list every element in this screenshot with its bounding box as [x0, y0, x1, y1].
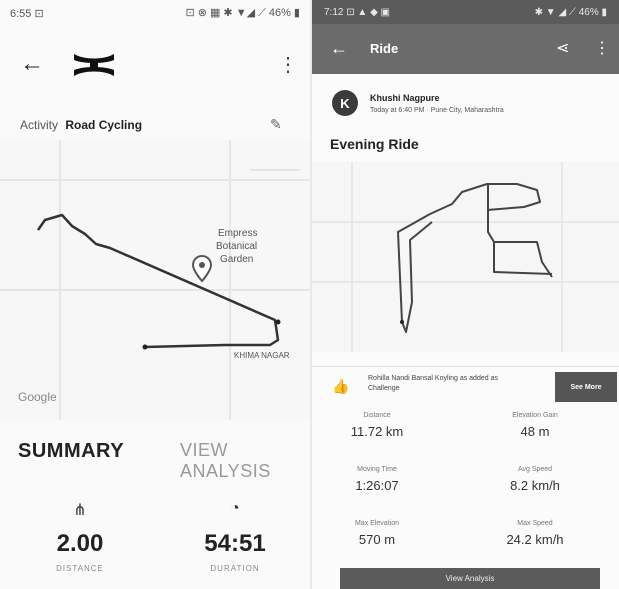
route-start-marker	[142, 344, 148, 350]
share-icon[interactable]: ⋖	[556, 38, 569, 58]
activity-label: Activity	[20, 118, 59, 132]
status-time: 6:55	[10, 7, 32, 20]
status-bar: 7:12 ⊡ ▲ ◆ ▣ ✱ ▼ ◢ ⟋ 46% ▮	[312, 0, 619, 24]
tab-view-analysis[interactable]: VIEW ANALYSIS	[180, 440, 310, 482]
google-logo: Google	[18, 390, 57, 404]
page-title: Ride	[370, 41, 399, 56]
route-start-marker	[400, 320, 404, 324]
stat-label: Max Speed	[517, 520, 553, 527]
thumbs-up-icon[interactable]: 👍	[332, 378, 349, 395]
place-label-line: Botanical	[216, 241, 257, 252]
tab-summary[interactable]: SUMMARY	[18, 440, 124, 463]
more-options-icon[interactable]: ⋮	[278, 52, 298, 77]
place-label-line: Garden	[220, 254, 253, 265]
route-icon: ⋔	[73, 502, 87, 519]
stat-value: 48 m	[520, 424, 550, 439]
activity-row: Activity Road Cycling	[20, 118, 142, 132]
status-notification-icon: ⊡	[34, 7, 44, 20]
app-bar: ← Ride ⋖ ⋮	[312, 24, 619, 74]
edit-icon[interactable]: ✎	[270, 116, 282, 133]
divider	[312, 366, 619, 367]
stat-elevation-gain: Elevation Gain 48 m	[470, 412, 600, 439]
stat-max-elevation: Max Elevation 570 m	[312, 520, 442, 547]
route-map[interactable]: Empress Botanical Garden KHIMA NAGAR	[0, 140, 310, 420]
stat-value: 570 m	[358, 532, 396, 547]
status-system-icons: ✱ ▼ ◢ ⟋ 46% ▮	[534, 6, 607, 18]
stat-value: 1:26:07	[355, 478, 399, 493]
stat-avg-speed: Avg Speed 8.2 km/h	[470, 466, 600, 493]
status-bar: 6:55 ⊡ ⊡ ⊗ ▦ ✱ ▼◢ ⟋ 46% ▮	[0, 0, 310, 26]
stat-value: 11.72 km	[350, 424, 404, 439]
athlete-name[interactable]: Khushi Nagpure	[370, 93, 440, 103]
challenge-text: Rohilla Nandi Bansal Koyling as added as…	[368, 375, 498, 392]
stat-value: 54:51	[204, 530, 266, 557]
status-system-icons: ⊡ ⊗ ▦ ✱ ▼◢ ⟋ 46% ▮	[185, 7, 300, 19]
place-label-line: Empress	[218, 228, 257, 239]
stat-value: 24.2 km/h	[506, 532, 564, 547]
route-map[interactable]	[312, 162, 619, 352]
stat-label: Max Elevation	[355, 520, 399, 527]
stat-label: Elevation Gain	[512, 412, 558, 419]
app-bar: ← ⋮	[0, 40, 310, 90]
strava-screen: 7:12 ⊡ ▲ ◆ ▣ ✱ ▼ ◢ ⟋ 46% ▮ ← Ride ⋖ ⋮ K …	[312, 0, 619, 589]
route-end-marker	[275, 319, 281, 325]
stat-label: Moving Time	[357, 466, 397, 473]
stat-value: 8.2 km/h	[510, 478, 560, 493]
clock-icon: ◔	[230, 500, 240, 517]
mapmyride-screen: 6:55 ⊡ ⊡ ⊗ ▦ ✱ ▼◢ ⟋ 46% ▮ ← ⋮ Activity R…	[0, 0, 310, 589]
stat-max-speed: Max Speed 24.2 km/h	[470, 520, 600, 547]
activity-value: Road Cycling	[65, 118, 143, 132]
more-options-icon[interactable]: ⋮	[594, 38, 610, 58]
avatar[interactable]: K	[332, 90, 358, 116]
back-arrow-icon[interactable]: ←	[20, 50, 44, 78]
ride-title: Evening Ride	[330, 136, 419, 152]
view-analysis-button[interactable]: View Analysis	[340, 568, 600, 589]
stat-duration: ◔ 54:51 DURATION	[175, 500, 295, 573]
athlete-meta: Today at 6:40 PM · Pune City, Maharashtr…	[370, 107, 504, 114]
stat-moving-time: Moving Time 1:26:07	[312, 466, 442, 493]
stat-value: 2.00	[56, 530, 104, 557]
stat-distance: ⋔ 2.00 DISTANCE	[20, 500, 140, 573]
stat-label: DURATION	[210, 564, 260, 573]
status-time: 7:12	[324, 6, 344, 18]
under-armour-logo	[74, 54, 114, 76]
stat-label: DISTANCE	[56, 564, 104, 573]
stat-label: Distance	[363, 412, 391, 419]
status-notification-icons: ⊡ ▲ ◆ ▣	[346, 6, 390, 18]
stat-distance: Distance 11.72 km	[312, 412, 442, 439]
place-label-khima-nagar: KHIMA NAGAR	[234, 351, 290, 360]
see-more-button[interactable]: See More	[555, 372, 617, 402]
back-arrow-icon[interactable]: ←	[330, 38, 348, 59]
stat-label: Avg Speed	[517, 466, 553, 473]
